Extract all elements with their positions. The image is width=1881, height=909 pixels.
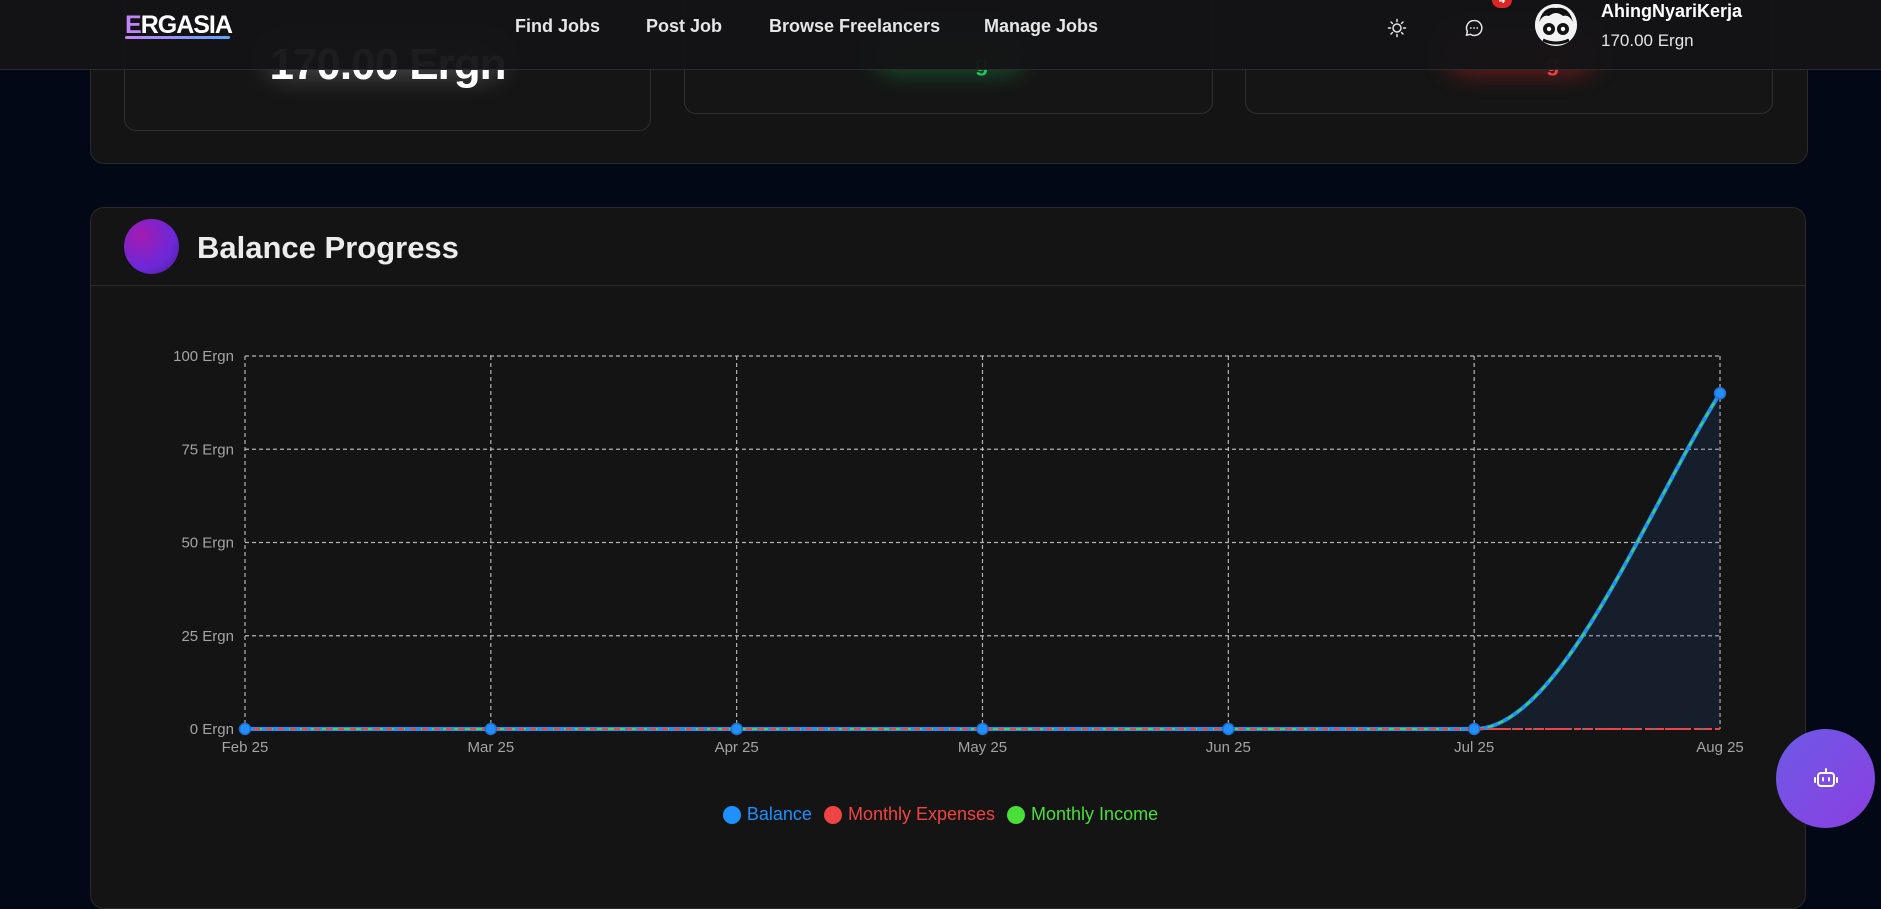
- y-tick-label: 75 Ergn: [181, 441, 234, 458]
- x-tick-label: Jun 25: [1206, 739, 1251, 756]
- legend-label: Monthly Income: [1031, 804, 1159, 824]
- balance-point: [1467, 722, 1481, 736]
- legend-color-dot: [722, 805, 741, 824]
- legend-item[interactable]: Monthly Expenses: [823, 804, 996, 825]
- x-tick-label: Apr 25: [715, 739, 759, 756]
- balance-point: [1222, 722, 1235, 736]
- y-tick-label: 0 Ergn: [190, 721, 234, 738]
- x-tick-label: Feb 25: [222, 739, 269, 756]
- x-tick-label: May 25: [958, 739, 1007, 756]
- legend-color-dot: [823, 805, 842, 824]
- y-tick-label: 100 Ergn: [173, 348, 234, 365]
- legend-label: Balance: [746, 804, 812, 824]
- balance-point: [238, 722, 252, 736]
- balance-point: [730, 722, 743, 736]
- robot-icon: [1813, 767, 1838, 787]
- y-tick-label: 50 Ergn: [181, 535, 234, 552]
- legend-item[interactable]: Balance: [722, 804, 812, 825]
- legend-color-dot: [1007, 805, 1026, 824]
- legend-label: Monthly Expenses: [847, 804, 996, 824]
- x-tick-label: Mar 25: [467, 739, 514, 756]
- chart-legend: Balance Monthly Expenses Monthly Income: [0, 804, 1881, 829]
- x-tick-label: Jul 25: [1454, 739, 1494, 756]
- balance-point: [976, 722, 989, 736]
- balance-point: [484, 722, 498, 736]
- balance-line-chart: 100 Ergn 75 Ergn 50 Ergn 25 Ergn 0 ErgnFeb 2…: [173, 348, 1744, 756]
- x-tick-label: Aug 25: [1696, 739, 1744, 756]
- balance-point: [1713, 387, 1727, 400]
- assistant-button[interactable]: [1776, 729, 1875, 828]
- legend-item[interactable]: Monthly Income: [1007, 804, 1158, 825]
- y-tick-label: 25 Ergn: [181, 628, 234, 645]
